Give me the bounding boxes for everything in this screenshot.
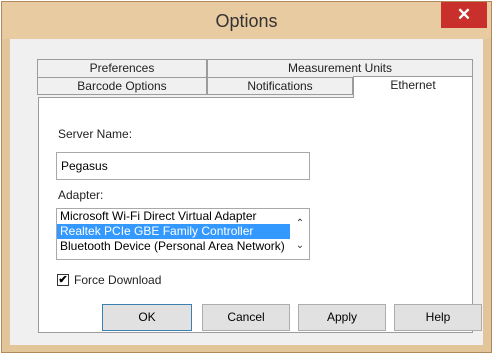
dialog-body: Preferences Measurement Units Barcode Op… <box>10 39 483 345</box>
ethernet-panel: Server Name: Pegasus Adapter: Microsoft … <box>38 97 473 333</box>
server-name-label: Server Name: <box>58 127 133 141</box>
adapter-listbox[interactable]: Microsoft Wi-Fi Direct Virtual Adapter R… <box>56 208 310 260</box>
tab-barcode-options[interactable]: Barcode Options <box>37 77 207 95</box>
tab-measurement-units[interactable]: Measurement Units <box>207 59 473 77</box>
server-name-input[interactable]: Pegasus <box>56 152 310 180</box>
options-dialog: Options ✕ Preferences Measurement Units … <box>1 1 492 353</box>
tab-preferences[interactable]: Preferences <box>37 59 207 77</box>
adapter-item-bluetooth[interactable]: Bluetooth Device (Personal Area Network) <box>57 239 290 254</box>
force-download-checkbox[interactable]: ✔ <box>57 274 69 286</box>
scroll-up-icon[interactable]: ⌃ <box>293 217 307 231</box>
tab-ethernet[interactable]: Ethernet <box>353 76 473 98</box>
apply-button[interactable]: Apply <box>298 304 386 331</box>
checkmark-icon: ✔ <box>58 274 68 286</box>
tab-notifications[interactable]: Notifications <box>207 77 353 95</box>
adapter-item-realtek[interactable]: Realtek PCIe GBE Family Controller <box>57 224 290 239</box>
cancel-button[interactable]: Cancel <box>202 304 290 331</box>
ok-button[interactable]: OK <box>102 304 192 331</box>
dialog-title: Options <box>215 11 278 31</box>
force-download-label[interactable]: Force Download <box>74 273 161 287</box>
title-bar[interactable]: Options ✕ <box>2 2 491 39</box>
scroll-down-icon[interactable]: ⌄ <box>293 239 307 253</box>
close-button[interactable]: ✕ <box>441 2 487 28</box>
help-button[interactable]: Help <box>394 304 482 331</box>
adapter-label: Adapter: <box>58 188 104 202</box>
close-icon: ✕ <box>456 5 472 24</box>
adapter-item-wifi-direct[interactable]: Microsoft Wi-Fi Direct Virtual Adapter <box>57 209 290 224</box>
